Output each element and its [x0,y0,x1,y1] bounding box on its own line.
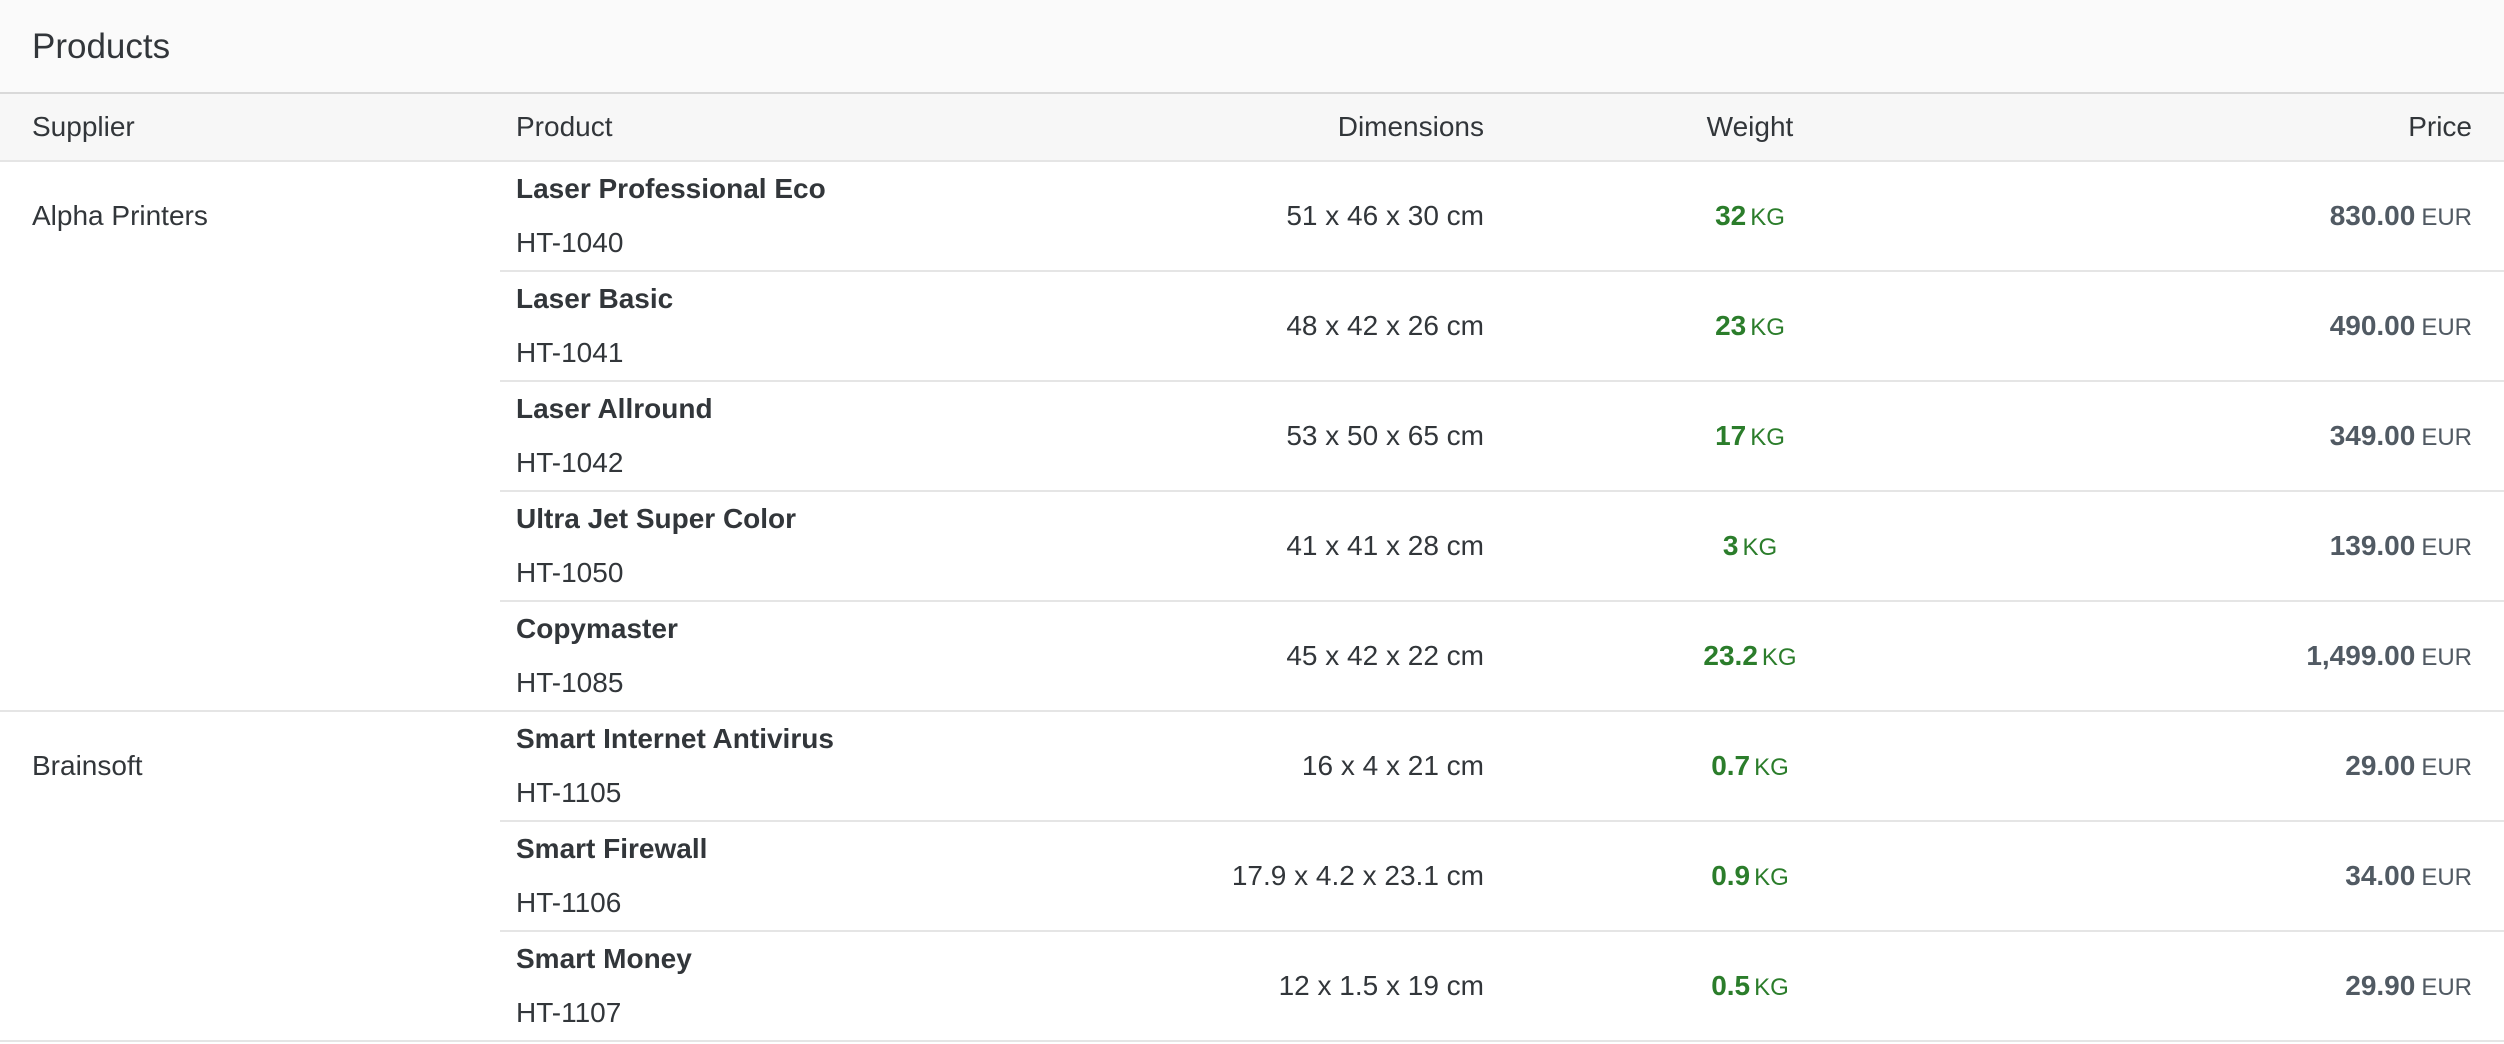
price-currency: EUR [2421,204,2472,231]
table-row[interactable]: Ultra Jet Super Color HT-1050 41 x 41 x … [0,492,2504,602]
price-currency: EUR [2421,424,2472,451]
product-weight: 23.2 KG [1550,639,1950,678]
product-weight: 0.9 KG [1550,859,1950,898]
table-toolbar: Products [0,0,2504,94]
price-currency: EUR [2421,534,2472,561]
product-dimensions: 12 x 1.5 x 19 cm [1278,970,1484,1001]
product-dimensions: 48 x 42 x 26 cm [1286,310,1484,341]
product-name: Copymaster [516,613,678,644]
product-name: Smart Money [516,943,692,974]
price-currency: EUR [2421,314,2472,341]
weight-unit: KG [1750,204,1785,231]
table-row[interactable]: Smart Firewall HT-1106 17.9 x 4.2 x 23.1… [0,822,2504,932]
table-row[interactable]: Smart Money HT-1107 12 x 1.5 x 19 cm 0.5… [0,932,2504,1042]
price-currency: EUR [2421,644,2472,671]
price-currency: EUR [2421,974,2472,1001]
weight-value: 17 [1715,420,1747,451]
weight-value: 32 [1715,200,1747,231]
product-id: HT-1105 [516,777,622,808]
product-dimensions: 16 x 4 x 21 cm [1301,750,1484,781]
product-id: HT-1106 [516,887,622,918]
table-title: Products [32,27,171,66]
table-row[interactable]: Laser Allround HT-1042 53 x 50 x 65 cm 1… [0,382,2504,492]
product-weight: 0.7 KG [1550,749,1950,788]
weight-unit: KG [1750,424,1785,451]
product-dimensions: 45 x 42 x 22 cm [1286,640,1484,671]
table-row[interactable]: Copymaster HT-1085 45 x 42 x 22 cm 23.2 K… [0,602,2504,712]
product-price: 490.00 EUR [2330,309,2472,348]
product-price: 34.00 EUR [2345,859,2472,898]
product-id: HT-1042 [516,447,624,478]
weight-value: 0.7 [1711,750,1751,781]
weight-unit: KG [1754,864,1789,891]
product-name: Smart Firewall [516,833,708,864]
product-name: Smart Internet Antivirus [516,723,834,754]
price-value: 830.00 [2329,200,2416,231]
product-name: Laser Professional Eco [516,173,826,204]
product-id: HT-1040 [516,227,624,258]
price-currency: EUR [2421,864,2472,891]
column-header-supplier[interactable]: Supplier [32,110,135,144]
product-dimensions: 53 x 50 x 65 cm [1286,420,1484,451]
product-price: 1,499.00 EUR [2306,639,2472,678]
price-value: 29.90 [2345,970,2416,1001]
product-weight: 32 KG [1550,199,1950,238]
product-weight: 23 KG [1550,309,1950,348]
weight-unit: KG [1754,974,1789,1001]
product-price: 830.00 EUR [2330,199,2472,238]
product-weight: 17 KG [1550,419,1950,458]
product-name: Laser Basic [516,283,674,314]
product-weight: 0.5 KG [1550,969,1950,1008]
table-row[interactable]: Laser Basic HT-1041 48 x 42 x 26 cm 23 KG… [0,272,2504,382]
product-dimensions: 17.9 x 4.2 x 23.1 cm [1231,860,1484,891]
price-value: 349.00 [2329,420,2416,451]
column-header-weight[interactable]: Weight [1550,110,1950,144]
product-name: Laser Allround [516,393,713,424]
weight-value: 0.9 [1711,860,1751,891]
product-price: 29.00 EUR [2345,749,2472,788]
price-value: 29.00 [2345,750,2416,781]
table-row[interactable]: Smart Internet Antivirus HT-1105 16 x 4 … [0,712,2504,822]
product-weight: 3 KG [1550,529,1950,568]
product-price: 29.90 EUR [2345,969,2472,1008]
table-row[interactable]: Laser Professional Eco HT-1040 51 x 46 x… [0,162,2504,272]
price-value: 34.00 [2345,860,2416,891]
price-currency: EUR [2421,754,2472,781]
price-value: 139.00 [2329,530,2416,561]
column-header-price[interactable]: Price [2408,110,2472,144]
product-name: Ultra Jet Super Color [516,503,797,534]
product-id: HT-1085 [516,667,624,698]
weight-value: 23.2 [1703,640,1758,671]
product-price: 349.00 EUR [2330,419,2472,458]
product-id: HT-1041 [516,337,624,368]
price-value: 490.00 [2329,310,2416,341]
product-dimensions: 51 x 46 x 30 cm [1286,200,1484,231]
weight-value: 0.5 [1711,970,1751,1001]
weight-unit: KG [1761,644,1797,671]
weight-value: 23 [1715,310,1747,341]
product-price: 139.00 EUR [2330,529,2472,568]
weight-unit: KG [1754,754,1789,781]
product-id: HT-1050 [516,557,624,588]
column-header-product[interactable]: Product [516,110,613,144]
product-dimensions: 41 x 41 x 28 cm [1286,530,1484,561]
table-header: Supplier Product Dimensions Weight Price [0,94,2504,162]
price-value: 1,499.00 [2306,640,2416,671]
weight-unit: KG [1742,534,1778,561]
row-divider [0,1040,2504,1042]
column-header-dimensions[interactable]: Dimensions [1338,110,1484,144]
weight-unit: KG [1750,314,1785,341]
product-id: HT-1107 [516,997,622,1028]
weight-value: 3 [1722,530,1739,561]
